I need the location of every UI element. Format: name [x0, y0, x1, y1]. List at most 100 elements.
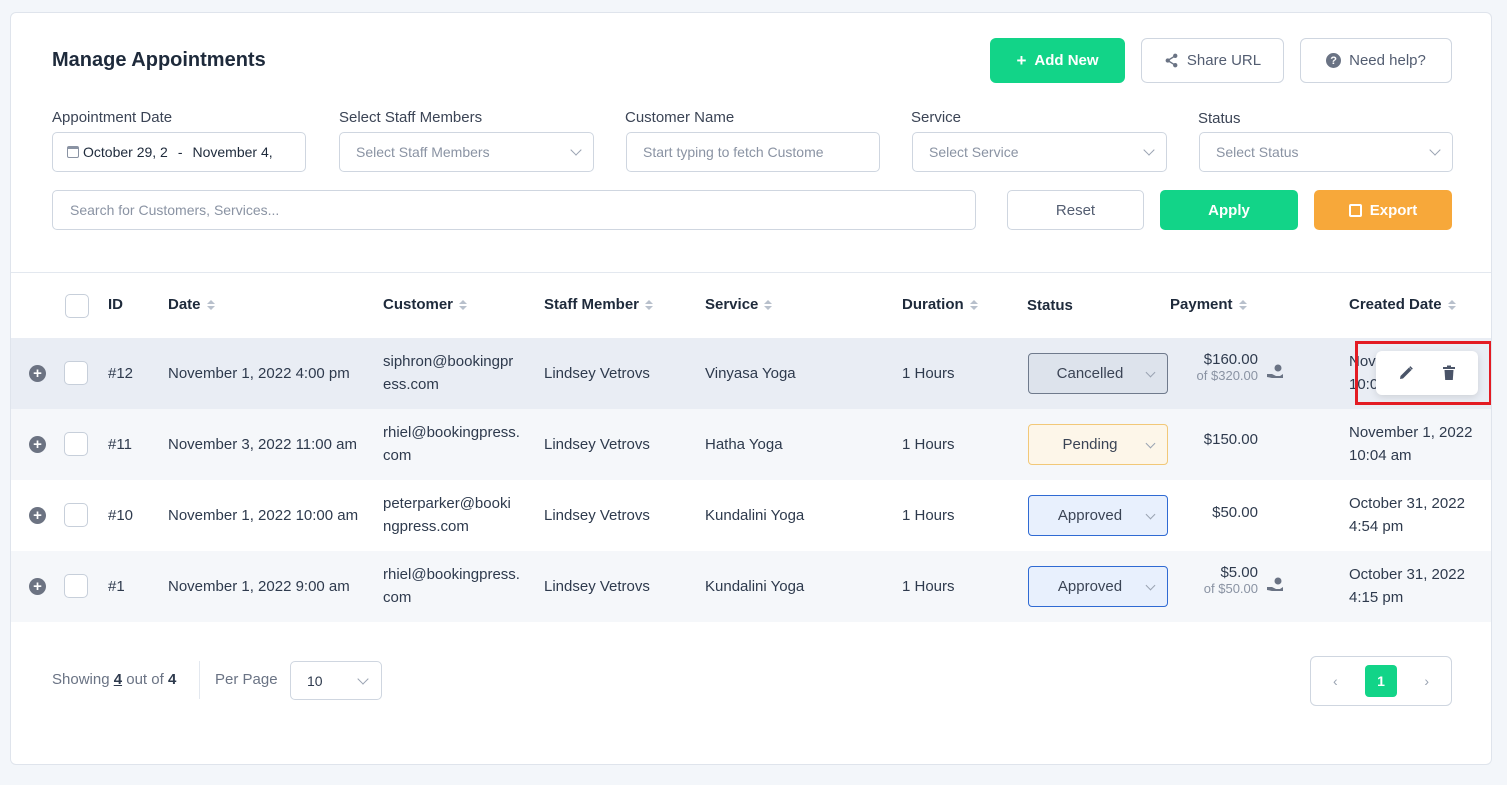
- appointments-panel: Manage Appointments + Add New Share URL …: [10, 12, 1492, 765]
- per-page-label: Per Page: [215, 671, 278, 688]
- export-label: Export: [1369, 201, 1418, 219]
- share-icon: [1165, 53, 1178, 68]
- export-icon: [1348, 203, 1362, 217]
- sort-icon[interactable]: [1238, 299, 1247, 310]
- row-staff: Lindsey Vetrovs: [544, 578, 650, 595]
- add-new-label: Add New: [1034, 52, 1099, 69]
- apply-button[interactable]: Apply: [1160, 190, 1298, 230]
- row-id: #12: [108, 365, 134, 382]
- row-id: #10: [108, 507, 134, 524]
- service-select[interactable]: Select Service: [912, 132, 1167, 172]
- table-row[interactable]: + #12 November 1, 2022 4:00 pm siphron@b…: [11, 338, 1491, 409]
- need-help-button[interactable]: ? Need help?: [1300, 38, 1452, 83]
- date-range-picker[interactable]: October 29, 2 - November 4,: [52, 132, 306, 172]
- page-button-current[interactable]: 1: [1365, 665, 1397, 697]
- status-select[interactable]: Select Status: [1199, 132, 1453, 172]
- search-input[interactable]: Search for Customers, Services...: [52, 190, 976, 230]
- row-service: Hatha Yoga: [705, 436, 783, 453]
- sort-icon[interactable]: [459, 299, 468, 310]
- row-checkbox[interactable]: [64, 503, 88, 527]
- row-customer: rhiel@bookingpress. com: [383, 424, 520, 464]
- row-checkbox[interactable]: [64, 432, 88, 456]
- status-filter-label: Status: [1198, 110, 1241, 127]
- table-row[interactable]: + #10 November 1, 2022 10:00 am peterpar…: [11, 480, 1491, 551]
- reset-button[interactable]: Reset: [1007, 190, 1144, 230]
- row-checkbox[interactable]: [64, 574, 88, 598]
- chevron-down-icon: [1145, 509, 1156, 520]
- column-header-date[interactable]: Date: [168, 296, 215, 313]
- date-start: October 29, 2: [83, 144, 168, 160]
- date-end: November 4,: [192, 144, 273, 160]
- column-header-payment[interactable]: Payment: [1170, 296, 1247, 313]
- status-dropdown[interactable]: Cancelled: [1028, 353, 1168, 394]
- column-header-staff[interactable]: Staff Member: [544, 296, 654, 313]
- date-filter-label: Appointment Date: [52, 109, 173, 126]
- customer-filter-label: Customer Name: [625, 109, 735, 126]
- customer-name-input[interactable]: Start typing to fetch Custome: [626, 132, 880, 172]
- column-header-created[interactable]: Created Date: [1349, 296, 1456, 313]
- plus-icon: +: [1016, 51, 1027, 70]
- expand-row-icon[interactable]: +: [29, 436, 46, 453]
- sort-icon[interactable]: [1447, 299, 1456, 310]
- row-date: November 1, 2022 9:00 am: [168, 578, 350, 595]
- column-header-id: ID: [108, 296, 123, 313]
- table-row[interactable]: + #1 November 1, 2022 9:00 am rhiel@book…: [11, 551, 1491, 622]
- row-duration: 1 Hours: [902, 507, 955, 524]
- prev-page-icon[interactable]: ‹: [1333, 673, 1338, 689]
- row-created: October 31, 2022 4:54 pm: [1349, 495, 1465, 535]
- expand-row-icon[interactable]: +: [29, 507, 46, 524]
- row-staff: Lindsey Vetrovs: [544, 365, 650, 382]
- staff-select[interactable]: Select Staff Members: [339, 132, 594, 172]
- status-dropdown[interactable]: Approved: [1028, 495, 1168, 536]
- next-page-icon[interactable]: ›: [1424, 673, 1429, 689]
- row-customer: siphron@bookingpr ess.com: [383, 353, 514, 393]
- page-title: Manage Appointments: [52, 49, 266, 71]
- row-id: #11: [108, 436, 132, 453]
- row-checkbox[interactable]: [64, 361, 88, 385]
- pagination: ‹ 1 ›: [1310, 656, 1452, 706]
- payment-hand-icon: [1267, 364, 1283, 378]
- service-select-placeholder: Select Service: [929, 144, 1019, 160]
- column-header-customer[interactable]: Customer: [383, 296, 468, 313]
- per-page-value: 10: [307, 672, 323, 689]
- export-button[interactable]: Export: [1314, 190, 1452, 230]
- row-payment: $5.00 of $50.00: [1203, 564, 1258, 596]
- per-page-select[interactable]: 10: [290, 661, 382, 700]
- service-filter-label: Service: [911, 109, 962, 126]
- row-date: November 3, 2022 11:00 am: [168, 436, 358, 453]
- customer-name-placeholder: Start typing to fetch Custome: [643, 144, 824, 160]
- column-header-duration[interactable]: Duration: [902, 296, 978, 313]
- row-service: Kundalini Yoga: [705, 578, 805, 595]
- sort-icon[interactable]: [969, 299, 978, 310]
- table-row[interactable]: + #11 November 3, 2022 11:00 am rhiel@bo…: [11, 409, 1491, 480]
- date-separator: -: [177, 144, 183, 160]
- row-service: Kundalini Yoga: [705, 507, 805, 524]
- sort-icon[interactable]: [645, 299, 654, 310]
- row-created: October 31, 2022 4:15 pm: [1349, 566, 1465, 606]
- add-new-button[interactable]: + Add New: [990, 38, 1125, 83]
- status-dropdown[interactable]: Approved: [1028, 566, 1168, 607]
- expand-row-icon[interactable]: +: [29, 365, 46, 382]
- share-url-label: Share URL: [1186, 52, 1262, 69]
- payment-hand-icon: [1267, 577, 1283, 591]
- chevron-down-icon: [1143, 144, 1155, 156]
- chevron-down-icon: [1429, 144, 1441, 156]
- calendar-icon: [67, 146, 79, 158]
- divider: [11, 272, 1491, 273]
- expand-row-icon[interactable]: +: [29, 578, 46, 595]
- row-staff: Lindsey Vetrovs: [544, 436, 650, 453]
- row-date: November 1, 2022 4:00 pm: [168, 365, 350, 382]
- share-url-button[interactable]: Share URL: [1141, 38, 1284, 83]
- row-duration: 1 Hours: [902, 365, 955, 382]
- column-header-service[interactable]: Service: [705, 296, 773, 313]
- sort-icon[interactable]: [764, 299, 773, 310]
- sort-icon[interactable]: [206, 299, 215, 310]
- footer-divider: [199, 661, 200, 699]
- need-help-label: Need help?: [1349, 52, 1426, 69]
- staff-select-placeholder: Select Staff Members: [356, 144, 490, 160]
- chevron-down-icon: [1145, 367, 1156, 378]
- row-duration: 1 Hours: [902, 578, 955, 595]
- status-dropdown[interactable]: Pending: [1028, 424, 1168, 465]
- select-all-checkbox[interactable]: [65, 294, 89, 318]
- row-service: Vinyasa Yoga: [705, 365, 796, 382]
